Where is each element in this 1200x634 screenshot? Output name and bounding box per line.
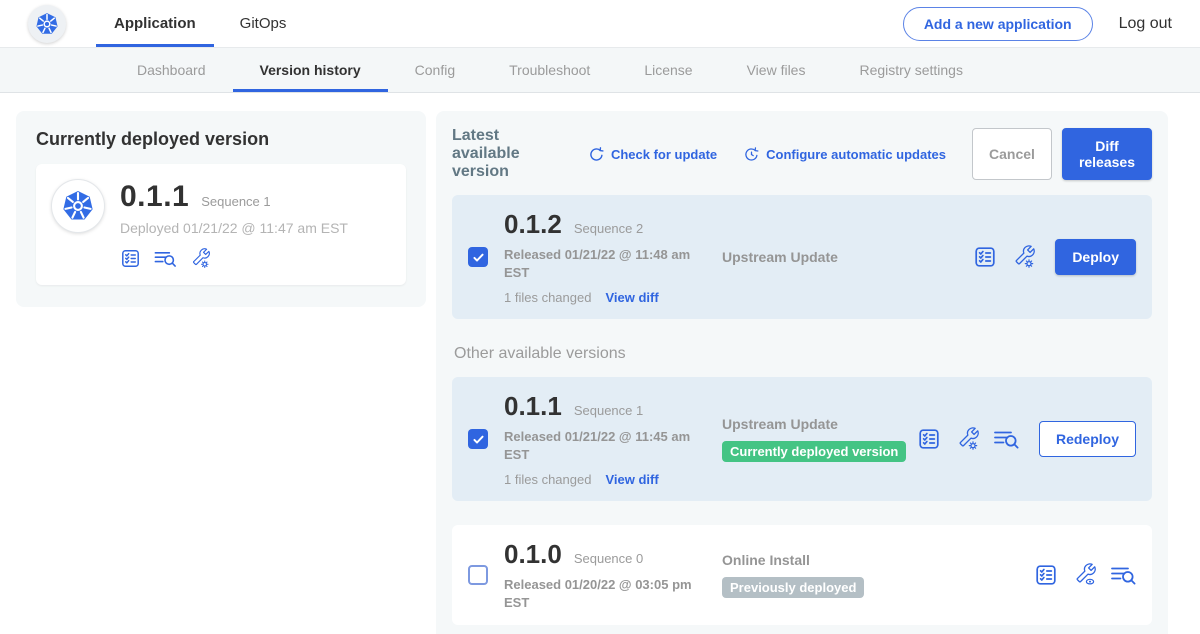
version-checkbox[interactable] <box>468 247 488 267</box>
app-nav-tabs: Application GitOps <box>96 0 304 47</box>
checklist-icon[interactable] <box>120 248 141 269</box>
top-nav: Application GitOps Add a new application… <box>0 0 1200 48</box>
auto-update-clock-icon <box>743 146 760 163</box>
version-number: 0.1.1 <box>504 391 562 422</box>
latest-available-title: Latest available version <box>452 127 566 181</box>
deployed-sequence-label: Sequence 1 <box>201 194 270 209</box>
deployed-timestamp: Deployed 01/21/22 @ 11:47 am EST <box>120 220 348 236</box>
subtab-version-history[interactable]: Version history <box>233 48 388 92</box>
view-diff-link[interactable]: View diff <box>605 290 658 305</box>
currently-deployed-title: Currently deployed version <box>36 129 406 150</box>
lines-magnifier-icon[interactable] <box>1110 563 1136 587</box>
diff-releases-button[interactable]: Diff releases <box>1062 128 1152 180</box>
files-changed-label: 1 files changed <box>504 472 591 487</box>
subtab-troubleshoot[interactable]: Troubleshoot <box>482 48 617 92</box>
subtab-registry-settings[interactable]: Registry settings <box>832 48 989 92</box>
kubernetes-logo <box>52 180 104 232</box>
version-source-label: Upstream Update <box>722 249 973 265</box>
add-application-button[interactable]: Add a new application <box>903 7 1093 41</box>
version-number: 0.1.0 <box>504 539 562 570</box>
checklist-icon[interactable] <box>1034 563 1058 587</box>
refresh-icon <box>588 146 605 163</box>
wrench-gear-icon[interactable] <box>189 248 210 269</box>
files-changed-label: 1 files changed <box>504 290 591 305</box>
version-source-label: Online Install <box>722 552 1034 568</box>
other-versions-label: Other available versions <box>454 345 1152 363</box>
kubernetes-logo <box>28 5 66 43</box>
version-number: 0.1.2 <box>504 209 562 240</box>
released-timestamp: Released 01/21/22 @ 11:48 am EST <box>504 246 704 281</box>
wrench-eye-icon[interactable] <box>1072 563 1096 587</box>
sequence-label: Sequence 0 <box>574 551 643 566</box>
version-row-0-1-2: 0.1.2 Sequence 2 Released 01/21/22 @ 11:… <box>452 195 1152 319</box>
released-timestamp: Released 01/21/22 @ 11:45 am EST <box>504 428 704 463</box>
main-content: Currently deployed version 0.1.1 Sequenc… <box>0 93 1200 634</box>
view-diff-link[interactable]: View diff <box>605 472 658 487</box>
released-timestamp: Released 01/20/22 @ 03:05 pm EST <box>504 576 704 611</box>
redeploy-button[interactable]: Redeploy <box>1039 421 1136 457</box>
subtab-view-files[interactable]: View files <box>720 48 833 92</box>
previously-deployed-badge: Previously deployed <box>722 577 864 598</box>
lines-magnifier-icon[interactable] <box>993 427 1019 451</box>
deployed-version-number: 0.1.1 <box>120 180 189 214</box>
version-source-label: Upstream Update <box>722 416 917 432</box>
subtab-dashboard[interactable]: Dashboard <box>110 48 233 92</box>
version-checkbox[interactable] <box>468 429 488 449</box>
configure-auto-updates-link[interactable]: Configure automatic updates <box>743 146 946 163</box>
cancel-button[interactable]: Cancel <box>972 128 1052 180</box>
wrench-gear-icon[interactable] <box>955 427 979 451</box>
version-checkbox[interactable] <box>468 565 488 585</box>
subtab-config[interactable]: Config <box>388 48 482 92</box>
checklist-icon[interactable] <box>973 245 997 269</box>
tab-gitops[interactable]: GitOps <box>222 0 305 47</box>
currently-deployed-panel: Currently deployed version 0.1.1 Sequenc… <box>16 111 426 307</box>
tab-application[interactable]: Application <box>96 0 214 47</box>
version-history-panel: Latest available version Check for updat… <box>436 111 1168 634</box>
wrench-gear-icon[interactable] <box>1011 245 1035 269</box>
checklist-icon[interactable] <box>917 427 941 451</box>
version-row-0-1-0: 0.1.0 Sequence 0 Released 01/20/22 @ 03:… <box>452 525 1152 625</box>
subtab-license[interactable]: License <box>617 48 719 92</box>
deploy-button[interactable]: Deploy <box>1055 239 1136 275</box>
sequence-label: Sequence 1 <box>574 403 643 418</box>
currently-deployed-badge: Currently deployed version <box>722 441 906 462</box>
logout-button[interactable]: Log out <box>1119 15 1172 33</box>
check-for-update-link[interactable]: Check for update <box>588 146 717 163</box>
deployed-version-card: 0.1.1 Sequence 1 Deployed 01/21/22 @ 11:… <box>36 164 406 285</box>
sequence-label: Sequence 2 <box>574 221 643 236</box>
lines-magnifier-icon[interactable] <box>153 248 177 269</box>
version-row-0-1-1: 0.1.1 Sequence 1 Released 01/21/22 @ 11:… <box>452 377 1152 501</box>
app-subnav: Dashboard Version history Config Trouble… <box>0 48 1200 93</box>
